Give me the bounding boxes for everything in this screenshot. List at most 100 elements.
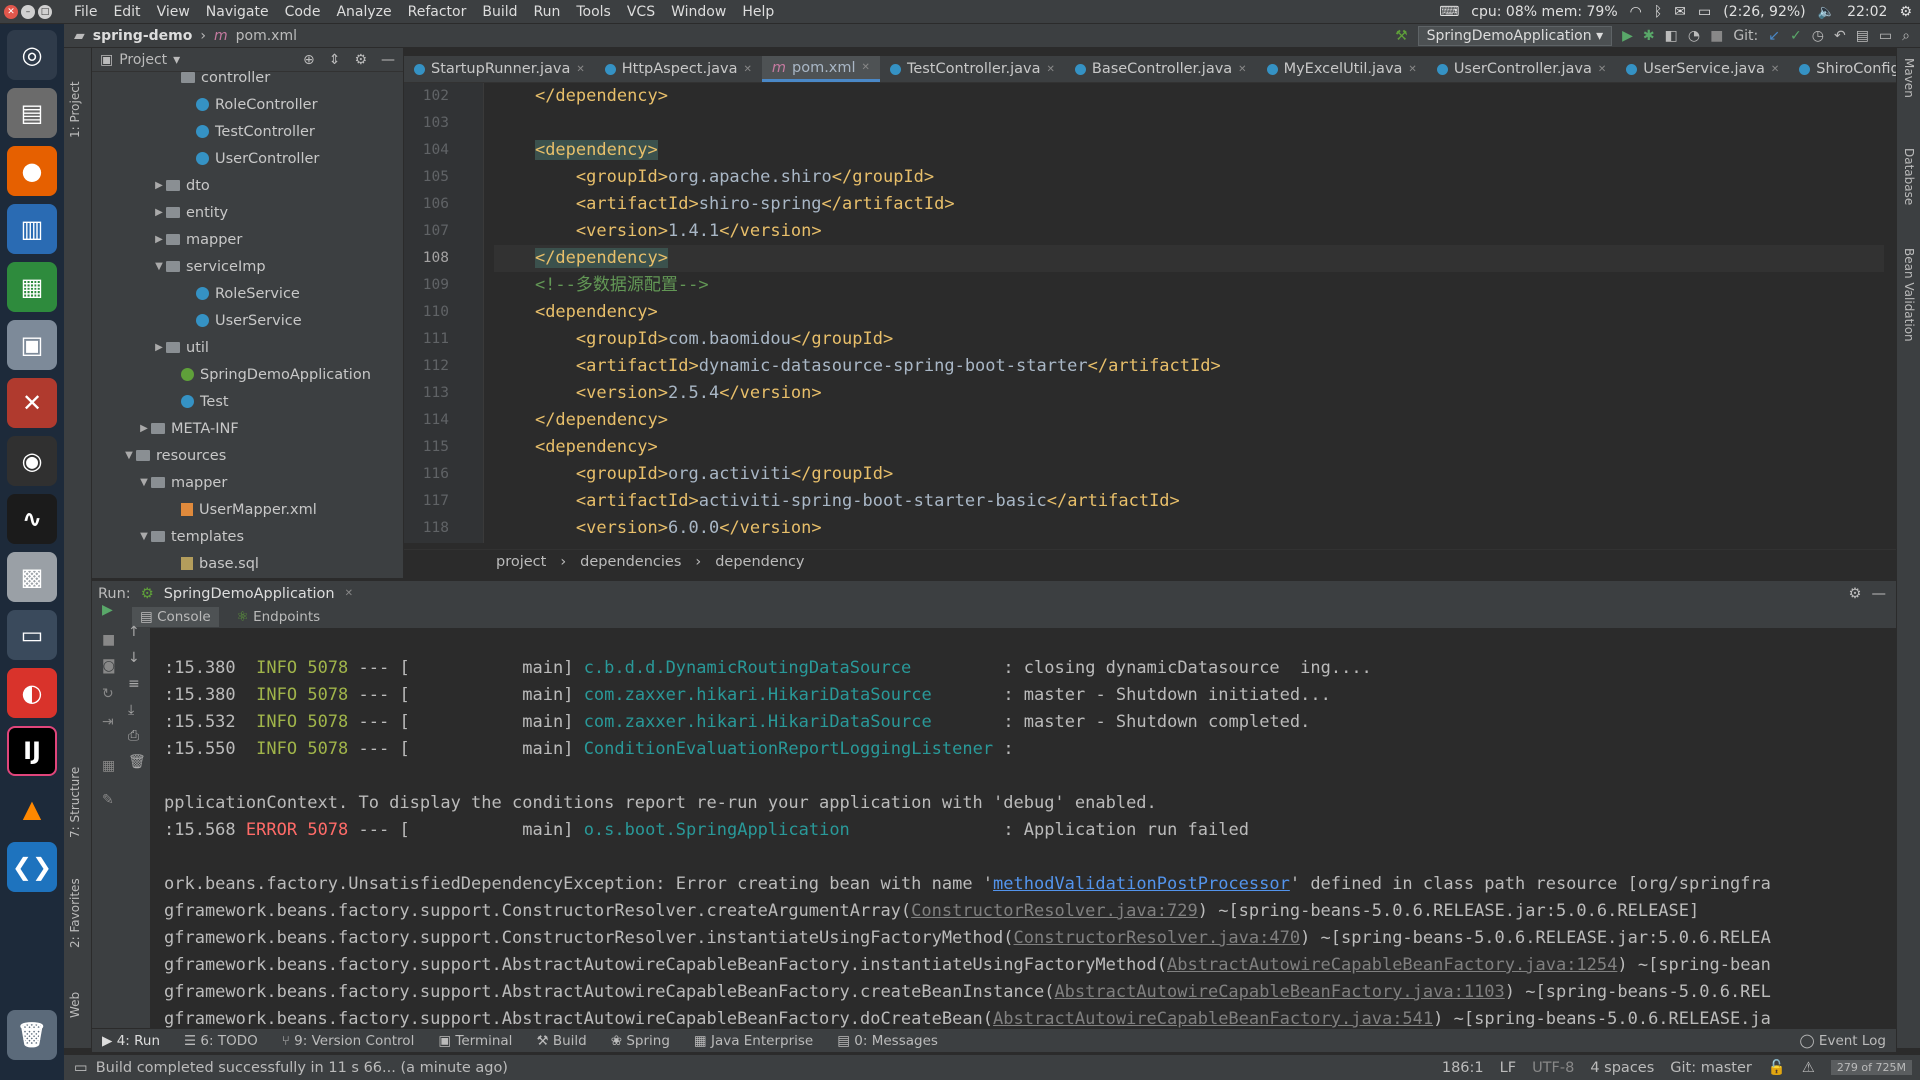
event-log-tab[interactable]: ◯ Event Log [1800,1033,1896,1049]
git-revert-icon[interactable]: ↶ [1834,28,1846,44]
tree-item[interactable]: SpringDemoApplication [92,361,403,388]
code-line[interactable]: </dependency> [494,245,1884,272]
keyboard-icon[interactable]: ⌨ [1439,4,1459,20]
trash-icon[interactable]: 🗑 [7,1010,57,1060]
project-panel-title[interactable]: Project [119,52,167,68]
tree-item[interactable]: ▶ entity [92,199,403,226]
version-control-tool-tab[interactable]: ⑂ 9: Version Control [282,1033,415,1049]
expand-arrow-icon[interactable]: ▶ [152,207,166,218]
maven-tool-button[interactable]: Maven [1902,58,1916,98]
code-line[interactable]: <dependency> [494,434,1884,461]
code-line[interactable]: <version>6.0.0</version> [494,515,1884,542]
menu-build[interactable]: Build [474,0,525,24]
intellij-idea-icon[interactable]: IJ [7,726,57,776]
writer-icon[interactable]: ▥ [7,204,57,254]
status-panel-icon[interactable]: ▭ [74,1060,88,1076]
scroll-up-icon[interactable]: ↑ [128,624,140,640]
collapse-icon[interactable]: ⇕ [329,52,341,68]
store-icon[interactable]: ▣ [7,320,57,370]
tree-item[interactable]: ▼ mapper [92,469,403,496]
project-tool-button[interactable]: 1: Project [68,58,82,138]
settings-gear-icon[interactable]: ⚙ [1899,4,1912,20]
collapse-arrow-icon[interactable]: ▼ [137,477,151,488]
gimp-icon[interactable]: ◉ [7,436,57,486]
screenshot-icon[interactable]: ▭ [7,610,57,660]
messages-tool-tab[interactable]: ▤ 0: Messages [837,1033,938,1049]
status-message[interactable]: Build completed successfully in 11 s 66.… [96,1060,508,1076]
coverage-icon[interactable]: ◧ [1665,28,1678,44]
tree-item[interactable]: TestController [92,118,403,145]
system-monitor-icon[interactable]: ∿ [7,494,57,544]
breadcrumb-dependency-node[interactable]: dependency [715,554,804,570]
tree-item[interactable]: ▼ serviceImp [92,253,403,280]
bluetooth-icon[interactable]: ᛒ [1654,4,1662,20]
menu-refactor[interactable]: Refactor [400,0,475,24]
console-tab[interactable]: ▤ Console [132,607,219,627]
code-line[interactable]: </dependency> [494,83,1884,110]
collapse-arrow-icon[interactable]: ▼ [152,261,166,272]
menu-vcs[interactable]: VCS [619,0,663,24]
editor-tab[interactable]: m pom.xml ✕ [761,56,880,82]
editor-tab[interactable]: MyExcelUtil.java ✕ [1257,56,1427,82]
indent-setting[interactable]: 4 spaces [1590,1060,1654,1076]
web-tool-button[interactable]: Web [68,968,82,1018]
exit-icon[interactable]: ⇥ [102,714,114,730]
menu-analyze[interactable]: Analyze [328,0,399,24]
code-line[interactable]: <version>1.4.1</version> [494,218,1884,245]
clear-console-icon[interactable]: 🗑 [128,754,146,770]
menu-help[interactable]: Help [734,0,782,24]
project-structure-icon[interactable]: ▤ [1856,28,1869,44]
menu-view[interactable]: View [149,0,198,24]
search-icon[interactable]: ⌕ [1902,28,1910,44]
editor-tab[interactable]: UserService.java ✕ [1616,56,1789,82]
tree-item[interactable]: ▶ META-INF [92,415,403,442]
tree-item[interactable]: Test [92,388,403,415]
expand-arrow-icon[interactable]: ▶ [152,342,166,353]
debug-icon[interactable]: ✱ [1643,28,1655,44]
endpoints-tab[interactable]: ⚛ Endpoints [237,609,321,625]
breadcrumb-dependencies-node[interactable]: dependencies [580,554,681,570]
code-line[interactable]: <!--多数据源配置--> [494,272,1884,299]
scroll-down-icon[interactable]: ↓ [128,650,140,666]
close-tab-icon[interactable]: ✕ [345,588,353,599]
restore-icon[interactable]: ↻ [102,686,114,702]
expand-arrow-icon[interactable]: ▶ [152,234,166,245]
build-tool-tab[interactable]: ⚒ Build [536,1033,586,1049]
editor-tab[interactable]: StartupRunner.java ✕ [404,56,595,82]
git-branch[interactable]: Git: master [1670,1060,1752,1076]
memory-indicator[interactable]: 279 of 725M [1830,1060,1912,1075]
collapse-arrow-icon[interactable]: ▼ [137,531,151,542]
menu-file[interactable]: File [66,0,105,24]
spring-tool-tab[interactable]: ❀ Spring [611,1033,670,1049]
editor-tab[interactable]: ShiroConfig [1789,56,1896,82]
inspection-icon[interactable]: ⚠ [1802,1060,1815,1076]
run-config-tab[interactable]: SpringDemoApplication [164,586,335,602]
terminal-tool-tab[interactable]: ▣ Terminal [438,1033,512,1049]
rerun-icon[interactable]: ▶ [102,602,113,618]
wifi-icon[interactable]: ◠ [1630,4,1642,20]
java-enterprise-tool-tab[interactable]: ▦ Java Enterprise [694,1033,813,1049]
netease-music-icon[interactable]: ◐ [7,668,57,718]
mail-icon[interactable]: ✉ [1674,4,1686,20]
calc-icon[interactable]: ▦ [7,262,57,312]
menu-window[interactable]: Window [663,0,734,24]
run-icon[interactable]: ▶ [1622,28,1633,44]
breadcrumb-project-node[interactable]: project [496,554,546,570]
editor-tab[interactable]: UserController.java ✕ [1427,56,1616,82]
file-encoding[interactable]: UTF-8 [1532,1060,1574,1076]
layout-icon[interactable]: ▦ [102,758,115,774]
vscode-icon[interactable]: ❮❯ [7,842,57,892]
console-output[interactable]: :15.380 INFO 5078 --- [ main] c.b.d.d.Dy… [150,628,1896,1028]
code-line[interactable]: </dependency> [494,542,1884,543]
maximize-window-icon[interactable]: □ [38,4,52,19]
code-line[interactable]: <groupId>org.activiti</groupId> [494,461,1884,488]
volume-icon[interactable]: 🔈 [1818,4,1835,20]
close-tab-icon[interactable]: ✕ [576,64,584,75]
favorites-tool-button[interactable]: 2: Favorites [68,858,82,948]
git-update-icon[interactable]: ↙ [1768,28,1780,44]
battery-icon[interactable]: ▭ [1698,4,1711,20]
print-icon[interactable]: ⎙ [128,728,139,744]
firefox-icon[interactable]: ● [7,146,57,196]
close-tab-icon[interactable]: ✕ [1238,64,1246,75]
code-line[interactable]: <groupId>com.baomidou</groupId> [494,326,1884,353]
